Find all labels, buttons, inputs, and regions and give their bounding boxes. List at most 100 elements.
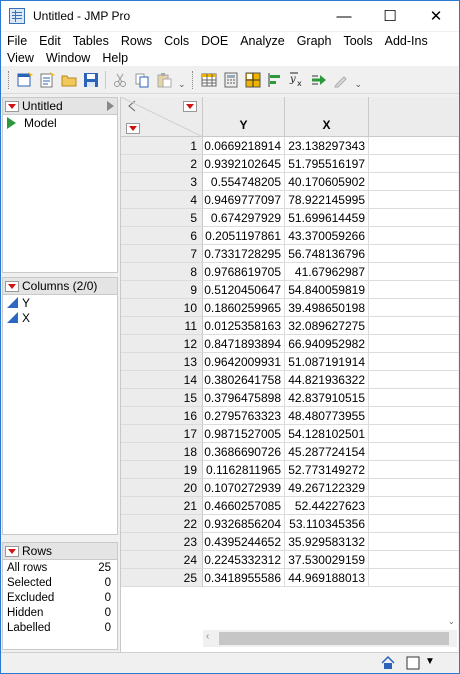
- cell-x[interactable]: 32.089627275: [285, 317, 369, 335]
- cell-empty[interactable]: [369, 569, 459, 587]
- toolbar-overflow-chevron-icon[interactable]: ⌄: [178, 79, 186, 93]
- row-number[interactable]: 24: [121, 551, 203, 569]
- cell-empty[interactable]: [369, 245, 459, 263]
- cell-x[interactable]: 23.138297343: [285, 137, 369, 155]
- row-number[interactable]: 7: [121, 245, 203, 263]
- cell-empty[interactable]: [369, 137, 459, 155]
- cell-empty[interactable]: [369, 335, 459, 353]
- toolbar-grip-2[interactable]: [191, 70, 195, 89]
- cell-y[interactable]: 0.9642009931: [203, 353, 285, 371]
- cell-empty[interactable]: [369, 353, 459, 371]
- menu-tools[interactable]: Tools: [337, 34, 378, 48]
- cell-x[interactable]: 44.969188013: [285, 569, 369, 587]
- cell-y[interactable]: 0.554748205: [203, 173, 285, 191]
- cell-y[interactable]: 0.9469777097: [203, 191, 285, 209]
- rows-red-triangle-icon[interactable]: [5, 545, 19, 557]
- cell-empty[interactable]: [369, 443, 459, 461]
- toolbar-overflow-chevron-icon-2[interactable]: ⌄: [355, 79, 363, 93]
- cell-y[interactable]: 0.3686690726: [203, 443, 285, 461]
- cell-empty[interactable]: [369, 407, 459, 425]
- jmp-app-icon[interactable]: [9, 8, 25, 24]
- table-grid-icon[interactable]: [242, 69, 264, 91]
- cell-x[interactable]: 52.773149272: [285, 461, 369, 479]
- edit-icon[interactable]: [330, 69, 352, 91]
- cell-x[interactable]: 53.110345356: [285, 515, 369, 533]
- menu-help[interactable]: Help: [96, 51, 134, 65]
- collapse-panel-icon[interactable]: [107, 101, 114, 111]
- cell-x[interactable]: 45.287724154: [285, 443, 369, 461]
- cell-x[interactable]: 41.67962987: [285, 263, 369, 281]
- menu-doe[interactable]: DOE: [195, 34, 234, 48]
- menu-file[interactable]: File: [1, 34, 33, 48]
- cell-y[interactable]: 0.3418955586: [203, 569, 285, 587]
- menu-view[interactable]: View: [1, 51, 40, 65]
- row-number[interactable]: 4: [121, 191, 203, 209]
- cell-x[interactable]: 54.840059819: [285, 281, 369, 299]
- cell-empty[interactable]: [369, 533, 459, 551]
- row-number[interactable]: 5: [121, 209, 203, 227]
- cell-x[interactable]: 54.128102501: [285, 425, 369, 443]
- cell-empty[interactable]: [369, 263, 459, 281]
- cell-y[interactable]: 0.8471893894: [203, 335, 285, 353]
- table-script-model[interactable]: Model: [3, 115, 117, 130]
- menu-analyze[interactable]: Analyze: [234, 34, 290, 48]
- column-header-empty[interactable]: [369, 97, 459, 137]
- cell-x[interactable]: 66.940952982: [285, 335, 369, 353]
- menu-graph[interactable]: Graph: [291, 34, 338, 48]
- cell-y[interactable]: 0.7331728295: [203, 245, 285, 263]
- cell-y[interactable]: 0.4660257085: [203, 497, 285, 515]
- row-number[interactable]: 17: [121, 425, 203, 443]
- scroll-down-icon[interactable]: ⌄: [448, 617, 458, 631]
- arrow-icon[interactable]: [308, 69, 330, 91]
- cell-empty[interactable]: [369, 209, 459, 227]
- menu-cols[interactable]: Cols: [158, 34, 195, 48]
- cell-x[interactable]: 52.44227623: [285, 497, 369, 515]
- cell-y[interactable]: 0.9326856204: [203, 515, 285, 533]
- maximize-button[interactable]: ☐: [367, 1, 413, 31]
- cell-empty[interactable]: [369, 299, 459, 317]
- cell-x[interactable]: 37.530029159: [285, 551, 369, 569]
- cell-x[interactable]: 51.795516197: [285, 155, 369, 173]
- cell-x[interactable]: 42.837910515: [285, 389, 369, 407]
- window-list-dropdown-icon[interactable]: ▼: [425, 656, 435, 670]
- toolbar-grip[interactable]: [8, 70, 11, 89]
- grid-corner[interactable]: [121, 97, 203, 137]
- cell-x[interactable]: 51.087191914: [285, 353, 369, 371]
- cell-empty[interactable]: [369, 371, 459, 389]
- row-number[interactable]: 10: [121, 299, 203, 317]
- menu-edit[interactable]: Edit: [33, 34, 67, 48]
- align-icon[interactable]: [264, 69, 286, 91]
- cell-y[interactable]: 0.1162811965: [203, 461, 285, 479]
- cell-y[interactable]: 0.1860259965: [203, 299, 285, 317]
- row-number[interactable]: 16: [121, 407, 203, 425]
- column-item-x[interactable]: X: [3, 310, 117, 325]
- paste-icon[interactable]: [153, 69, 175, 91]
- column-item-y[interactable]: Y: [3, 295, 117, 310]
- cell-y[interactable]: 0.5120450647: [203, 281, 285, 299]
- formula-icon[interactable]: yx: [286, 69, 308, 91]
- row-number[interactable]: 15: [121, 389, 203, 407]
- menu-window[interactable]: Window: [40, 51, 96, 65]
- cell-y[interactable]: 0.0125358163: [203, 317, 285, 335]
- cell-y[interactable]: 0.3802641758: [203, 371, 285, 389]
- cell-x[interactable]: 40.170605902: [285, 173, 369, 191]
- cell-y[interactable]: 0.9871527005: [203, 425, 285, 443]
- open-folder-icon[interactable]: [58, 69, 80, 91]
- cell-y[interactable]: 0.9768619705: [203, 263, 285, 281]
- cell-empty[interactable]: [369, 191, 459, 209]
- cell-x[interactable]: 56.748136796: [285, 245, 369, 263]
- data-grid[interactable]: Y X 1 0.0669218914 23.138297343 2 0.93921026…: [120, 97, 459, 652]
- data-grid-icon[interactable]: [198, 69, 220, 91]
- cell-y[interactable]: 0.3796475898: [203, 389, 285, 407]
- cell-y[interactable]: 0.2245332312: [203, 551, 285, 569]
- menu-add-ins[interactable]: Add-Ins: [379, 34, 434, 48]
- save-icon[interactable]: [80, 69, 102, 91]
- calculator-icon[interactable]: [220, 69, 242, 91]
- cell-empty[interactable]: [369, 461, 459, 479]
- cell-x[interactable]: 78.922145995: [285, 191, 369, 209]
- row-number[interactable]: 20: [121, 479, 203, 497]
- row-number[interactable]: 14: [121, 371, 203, 389]
- row-number[interactable]: 22: [121, 515, 203, 533]
- cell-empty[interactable]: [369, 227, 459, 245]
- red-triangle-menu-icon[interactable]: [5, 100, 19, 112]
